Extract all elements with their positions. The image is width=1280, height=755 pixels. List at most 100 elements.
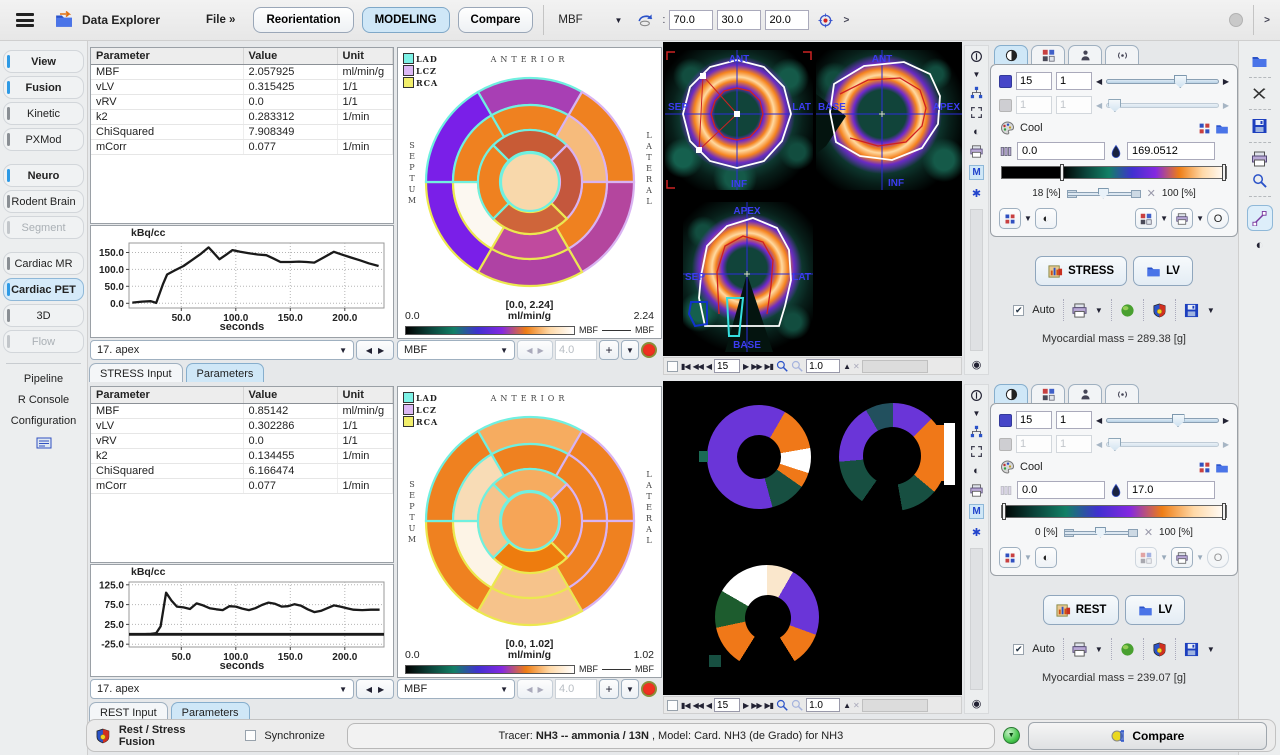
- print-icon[interactable]: [1251, 151, 1268, 167]
- tab-signal[interactable]: [1105, 384, 1139, 403]
- palette-icon[interactable]: [999, 459, 1016, 475]
- frame-left-arrow[interactable]: ◀: [1096, 440, 1102, 449]
- layout-single-icon[interactable]: [970, 50, 983, 63]
- print-report-caret[interactable]: ▼: [1095, 645, 1103, 654]
- star-tool-icon[interactable]: ✱: [972, 526, 981, 539]
- slice-right-arrow[interactable]: ▶: [1223, 77, 1229, 86]
- line-tool-button[interactable]: [1247, 205, 1273, 231]
- angle-field-1[interactable]: [669, 10, 713, 30]
- last-frame-button[interactable]: ▶▮: [765, 362, 774, 371]
- stress-slice-total-field[interactable]: [1056, 72, 1092, 90]
- rest-map-select[interactable]: MBF▼: [397, 679, 515, 699]
- capture-caret[interactable]: ▼: [1196, 553, 1204, 562]
- stress-frame-a-field[interactable]: [1016, 96, 1052, 114]
- fusion-button-label[interactable]: Rest / Stress Fusion: [119, 724, 224, 748]
- stress-window-min-field[interactable]: [1017, 142, 1105, 160]
- rest-region-prev-next[interactable]: ◀▶: [356, 679, 394, 699]
- rest-auto-checkbox[interactable]: ✔: [1013, 644, 1024, 655]
- rest-bullseye-map[interactable]: [415, 406, 645, 639]
- menu-icon[interactable]: [16, 13, 34, 27]
- stress-frame-slider[interactable]: [1106, 98, 1219, 112]
- angle-field-3[interactable]: [765, 10, 809, 30]
- stress-zoom-field[interactable]: [806, 359, 840, 373]
- zoom-in-icon[interactable]: [776, 699, 788, 711]
- next-frame-button[interactable]: ▶: [743, 362, 748, 371]
- fusion-icon[interactable]: [1152, 303, 1167, 318]
- stress-map-colorbar[interactable]: [405, 326, 575, 335]
- print-icon[interactable]: [970, 484, 983, 497]
- rest-frame-slider[interactable]: [1106, 437, 1219, 451]
- tab-patient[interactable]: [1068, 384, 1102, 403]
- rest-map-prev-next[interactable]: ◀▶: [517, 679, 553, 699]
- stress-map-add-button[interactable]: +: [599, 340, 619, 360]
- toolbar-right-chevron[interactable]: >: [1264, 15, 1270, 26]
- contrast-icon[interactable]: ◐: [973, 465, 980, 477]
- rest-map-record-button[interactable]: [641, 681, 657, 697]
- rest-slice-field[interactable]: [1016, 411, 1052, 429]
- modeling-button[interactable]: MODELING: [362, 7, 450, 33]
- palette-name[interactable]: Cool: [1020, 122, 1043, 134]
- rest-map-add-button[interactable]: +: [599, 679, 619, 699]
- oval-roi-button[interactable]: O: [1207, 208, 1229, 229]
- fast-forward-button[interactable]: ▶▶: [751, 701, 761, 710]
- zoom-up-button[interactable]: ▲: [843, 362, 850, 371]
- close-button[interactable]: ✕: [853, 701, 859, 710]
- rest-window-max-field[interactable]: [1127, 481, 1215, 499]
- parameter-select[interactable]: MBF▼: [558, 14, 622, 26]
- slice-left-arrow[interactable]: ◀: [1096, 77, 1102, 86]
- capture-button[interactable]: [1171, 547, 1193, 568]
- stress-slice-field[interactable]: [1016, 72, 1052, 90]
- stress-frame-b-field[interactable]: [1056, 96, 1092, 114]
- rest-study-button[interactable]: REST: [1043, 595, 1120, 625]
- stress-region-prev-next[interactable]: ◀▶: [356, 340, 394, 360]
- stress-slice-slider[interactable]: [1106, 74, 1219, 88]
- rest-movie-checkbox[interactable]: [667, 700, 678, 711]
- tab-layout[interactable]: [1031, 384, 1065, 403]
- 3d-render-icon[interactable]: [1120, 303, 1135, 318]
- rest-slice-total-field[interactable]: [1056, 411, 1092, 429]
- stress-auto-checkbox[interactable]: ✔: [1013, 305, 1024, 316]
- stress-percent-slider[interactable]: [1067, 188, 1141, 200]
- zoom-up-button[interactable]: ▲: [843, 701, 850, 710]
- close-button[interactable]: ✕: [853, 362, 859, 371]
- histogram-icon[interactable]: [999, 145, 1013, 158]
- grid-overlay-caret[interactable]: ▼: [1160, 553, 1168, 562]
- rest-short-axis-view[interactable]: [699, 397, 823, 521]
- contrast-icon[interactable]: ◐: [973, 126, 980, 138]
- threshold-droplet-icon[interactable]: [1109, 483, 1123, 498]
- stress-bullseye-map[interactable]: [415, 67, 645, 300]
- layout-single-icon[interactable]: [970, 389, 983, 402]
- stress-window-max-field[interactable]: [1127, 142, 1215, 160]
- 3d-render-icon[interactable]: [1120, 642, 1135, 657]
- save-results-icon[interactable]: [1184, 642, 1199, 657]
- save-icon[interactable]: [1251, 118, 1268, 134]
- print-icon[interactable]: [970, 145, 983, 158]
- rest-map-dropdown[interactable]: ▼: [621, 679, 639, 699]
- rest-region-select[interactable]: 17. apex▼: [90, 679, 354, 699]
- threshold-droplet-icon[interactable]: [1109, 144, 1123, 159]
- print-report-icon[interactable]: [1072, 642, 1087, 657]
- invert-palette-icon[interactable]: [1198, 461, 1211, 474]
- save-results-caret[interactable]: ▼: [1207, 645, 1215, 654]
- rest-zoom-field[interactable]: [806, 698, 840, 712]
- stress-region-select[interactable]: 17. apex▼: [90, 340, 354, 360]
- print-report-caret[interactable]: ▼: [1095, 306, 1103, 315]
- fast-rewind-button[interactable]: ◀◀: [693, 701, 703, 710]
- frame-right-arrow[interactable]: ▶: [1223, 101, 1229, 110]
- rest-image-viewer[interactable]: [663, 381, 962, 695]
- synchronize-checkbox[interactable]: [245, 730, 256, 741]
- stress-window-colorbar[interactable]: [1001, 166, 1227, 179]
- stress-map-prev-next[interactable]: ◀▶: [517, 340, 553, 360]
- print-report-icon[interactable]: [1072, 303, 1087, 318]
- palette-name[interactable]: Cool: [1020, 461, 1043, 473]
- stress-map-record-button[interactable]: [641, 342, 657, 358]
- first-frame-button[interactable]: ▮◀: [681, 362, 690, 371]
- stress-study-button[interactable]: STRESS: [1035, 256, 1127, 286]
- rest-window-colorbar[interactable]: [1001, 505, 1227, 518]
- slice-right-arrow[interactable]: ▶: [1223, 416, 1229, 425]
- quick-compare-dropdown[interactable]: ▼: [1003, 727, 1020, 744]
- zoom-in-icon[interactable]: [776, 360, 788, 372]
- contrast-preset-button[interactable]: ◐: [1035, 547, 1057, 568]
- tab-color[interactable]: [994, 384, 1028, 403]
- slice-left-arrow[interactable]: ◀: [1096, 416, 1102, 425]
